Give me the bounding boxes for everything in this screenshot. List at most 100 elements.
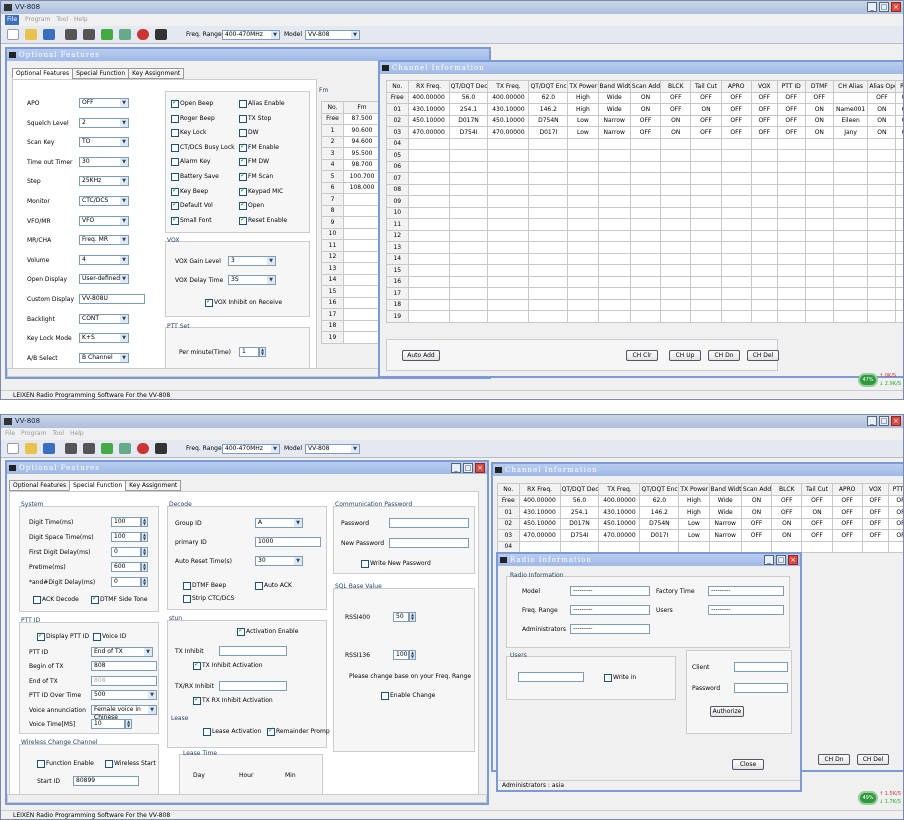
table-cell[interactable] (690, 137, 722, 150)
table-cell[interactable] (690, 275, 722, 288)
model-select[interactable]: VV-808 ▼ (305, 444, 360, 454)
table-cell[interactable] (867, 252, 897, 265)
table-cell[interactable]: ON (771, 517, 803, 530)
table-cell[interactable]: OFF (771, 506, 803, 519)
table-cell[interactable] (407, 287, 450, 300)
stop-icon[interactable] (137, 29, 149, 40)
table-cell[interactable] (708, 540, 742, 553)
table-cell[interactable] (597, 298, 631, 311)
table-cell[interactable] (832, 137, 869, 150)
table-cell[interactable] (776, 229, 806, 242)
table-cell[interactable] (720, 149, 752, 162)
table-row[interactable]: 16 (386, 275, 903, 288)
table-row[interactable]: 19 (386, 310, 903, 323)
table-cell[interactable] (660, 206, 692, 219)
table-cell[interactable] (776, 137, 806, 150)
password-input[interactable] (389, 518, 469, 528)
table-cell[interactable] (487, 183, 530, 196)
table-cell[interactable]: OFF (776, 114, 806, 127)
table-cell[interactable]: OFF (801, 517, 833, 530)
system-input[interactable]: 0 (111, 577, 141, 587)
table-cell[interactable] (629, 206, 662, 219)
table-cell[interactable] (720, 218, 752, 231)
setting-select[interactable]: 4 ▼ (79, 254, 129, 265)
system-input[interactable]: 600 (111, 562, 141, 572)
auto-reset-select[interactable]: 30 ▼ (255, 556, 303, 566)
table-cell[interactable] (660, 252, 692, 265)
table-cell[interactable] (776, 149, 806, 162)
new-file-icon[interactable] (7, 29, 19, 40)
table-cell[interactable]: OFF (861, 529, 889, 542)
tab-special-function[interactable]: Special Function (69, 480, 127, 491)
table-cell[interactable] (895, 241, 903, 254)
table-cell[interactable] (407, 206, 450, 219)
close-button[interactable]: × (891, 416, 901, 426)
table-cell[interactable] (598, 540, 641, 553)
table-cell[interactable] (750, 298, 778, 311)
table-cell[interactable] (407, 298, 450, 311)
table-cell[interactable] (629, 160, 662, 173)
table-cell[interactable] (343, 216, 381, 229)
table-cell[interactable] (690, 252, 722, 265)
auto-add-button[interactable]: Auto Add (402, 350, 440, 361)
menu-program[interactable]: Program (21, 429, 46, 439)
table-cell[interactable]: 400.00000 (518, 494, 561, 507)
table-cell[interactable]: OFF (861, 517, 889, 530)
tab-optional-features[interactable]: Optional Features (9, 480, 71, 491)
table-cell[interactable]: OFF (804, 91, 834, 104)
table-cell[interactable]: OFF (740, 529, 773, 542)
table-cell[interactable]: Wide (708, 494, 742, 507)
table-cell[interactable] (750, 172, 778, 185)
table-cell[interactable]: OF (895, 114, 903, 127)
table-cell[interactable]: 430.10000 (487, 103, 530, 116)
table-cell[interactable] (690, 287, 722, 300)
table-cell[interactable] (407, 195, 450, 208)
table-cell[interactable] (690, 206, 722, 219)
table-cell[interactable] (660, 241, 692, 254)
table-cell[interactable]: OFF (750, 91, 778, 104)
table-cell[interactable]: Low (567, 114, 599, 127)
table-cell[interactable]: 254.1 (559, 506, 600, 519)
table-cell[interactable] (559, 540, 600, 553)
table-cell[interactable] (567, 229, 599, 242)
table-cell[interactable] (660, 172, 692, 185)
table-cell[interactable]: 450.10000 (407, 114, 450, 127)
menu-tool[interactable]: Tool (52, 429, 64, 439)
table-cell[interactable] (804, 218, 834, 231)
per-minute-spinner[interactable]: ▲ ▼ (259, 347, 266, 357)
table-cell[interactable] (597, 183, 631, 196)
table-cell[interactable] (448, 218, 489, 231)
table-cell[interactable] (407, 264, 450, 277)
table-cell[interactable] (720, 183, 752, 196)
table-cell[interactable] (597, 229, 631, 242)
system-input[interactable]: 0 (111, 547, 141, 557)
authorize-password-input[interactable] (734, 683, 788, 693)
table-cell[interactable]: Low (678, 529, 710, 542)
system-input[interactable]: 100 (111, 517, 141, 527)
table-cell[interactable] (776, 287, 806, 300)
table-cell[interactable] (832, 195, 869, 208)
rssi136-input[interactable]: 100 (393, 650, 409, 660)
table-cell[interactable]: OFF (831, 506, 863, 519)
table-cell[interactable] (629, 264, 662, 277)
table-cell[interactable]: OFF (629, 114, 662, 127)
option-checkbox[interactable]: Key Lock (171, 129, 206, 138)
table-cell[interactable]: OFF (690, 91, 722, 104)
table-cell[interactable] (895, 183, 903, 196)
table-cell[interactable] (407, 229, 450, 242)
table-cell[interactable] (832, 218, 869, 231)
table-row[interactable]: 5 100.700 (321, 170, 381, 183)
table-cell[interactable] (487, 275, 530, 288)
new-password-input[interactable] (389, 538, 469, 548)
table-cell[interactable]: OFF (776, 126, 806, 139)
table-cell[interactable]: Low (567, 126, 599, 139)
table-cell[interactable] (487, 229, 530, 242)
activation-enable-checkbox[interactable]: Activation Enable (237, 626, 298, 636)
horizontal-scrollbar[interactable] (7, 794, 487, 803)
table-cell[interactable]: D017I (639, 529, 680, 542)
table-cell[interactable] (895, 149, 903, 162)
table-row[interactable]: 03 470.00000 D754I 470.00000 D017I Low Narrow O… (386, 126, 903, 139)
option-checkbox[interactable]: TX Stop (239, 114, 271, 123)
table-cell[interactable] (776, 183, 806, 196)
table-cell[interactable] (832, 264, 869, 277)
